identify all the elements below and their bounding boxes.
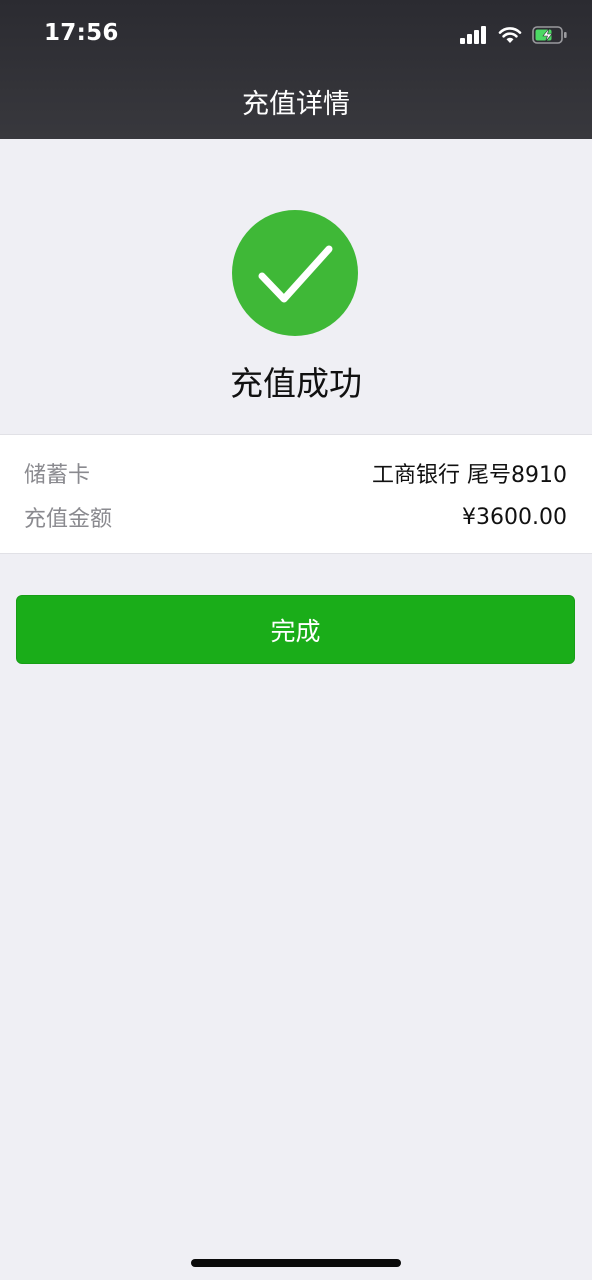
recharge-detail-screen: 17:56 充值详情 充值成功 储蓄卡 工商银行 尾号8910 充值金额 ¥36…: [0, 0, 592, 1280]
status-time: 17:56: [44, 20, 119, 46]
detail-value: ¥3600.00: [462, 504, 567, 530]
status-icons: [460, 24, 568, 50]
check-circle-icon: [232, 210, 358, 336]
done-button[interactable]: 完成: [16, 595, 575, 664]
battery-charging-icon: [532, 25, 568, 49]
top-bar: 17:56 充值详情: [0, 0, 592, 139]
detail-label: 充值金额: [24, 507, 113, 532]
page-title: 充值详情: [242, 89, 350, 120]
signal-icon: [460, 26, 488, 48]
detail-row-card: 储蓄卡 工商银行 尾号8910: [24, 453, 567, 493]
detail-value: 工商银行 尾号8910: [372, 463, 567, 488]
detail-row-amount: 充值金额 ¥3600.00: [24, 497, 567, 537]
wifi-icon: [498, 26, 522, 48]
detail-label: 储蓄卡: [24, 463, 91, 488]
home-indicator[interactable]: [191, 1259, 401, 1267]
result-title: 充值成功: [230, 364, 362, 403]
detail-card: 储蓄卡 工商银行 尾号8910 充值金额 ¥3600.00: [0, 434, 592, 554]
